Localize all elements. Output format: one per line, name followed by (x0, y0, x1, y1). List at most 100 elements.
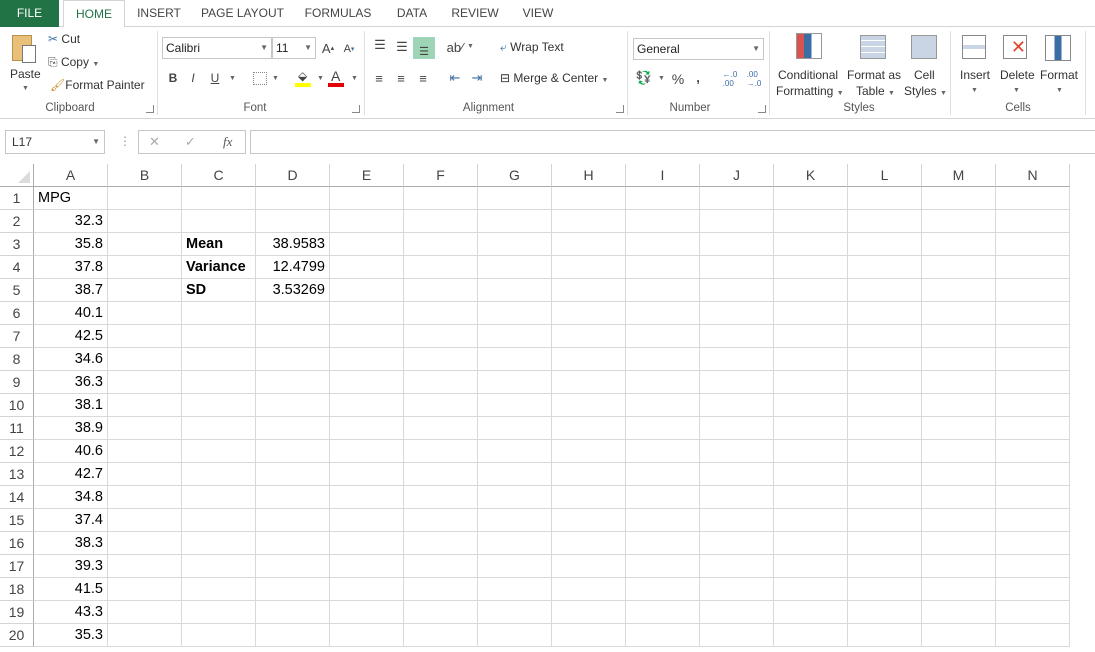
cell-B10[interactable] (108, 394, 182, 417)
cell-H6[interactable] (552, 302, 626, 325)
row-header-20[interactable]: 20 (0, 624, 34, 647)
cell-L20[interactable] (848, 624, 922, 647)
cell-D11[interactable] (256, 417, 330, 440)
cell-C2[interactable] (182, 210, 256, 233)
cell-G2[interactable] (478, 210, 552, 233)
cell-M2[interactable] (922, 210, 996, 233)
cell-L3[interactable] (848, 233, 922, 256)
cell-F16[interactable] (404, 532, 478, 555)
cell-I14[interactable] (626, 486, 700, 509)
cut-button[interactable]: ✂ Cut (48, 32, 80, 46)
cell-H10[interactable] (552, 394, 626, 417)
cell-K16[interactable] (774, 532, 848, 555)
cell-N18[interactable] (996, 578, 1070, 601)
cell-J5[interactable] (700, 279, 774, 302)
cell-C8[interactable] (182, 348, 256, 371)
cell-N1[interactable] (996, 187, 1070, 210)
cell-J14[interactable] (700, 486, 774, 509)
cell-E1[interactable] (330, 187, 404, 210)
wrap-text-button[interactable]: ⤶ Wrap Text (500, 40, 564, 55)
cell-A12[interactable]: 40.6 (34, 440, 108, 463)
increase-decimal-button[interactable]: ←.0.00 (720, 70, 740, 88)
cell-F14[interactable] (404, 486, 478, 509)
cell-D8[interactable] (256, 348, 330, 371)
tab-data[interactable]: DATA (388, 0, 436, 27)
row-header-14[interactable]: 14 (0, 486, 34, 509)
column-header-M[interactable]: M (922, 164, 996, 187)
cell-B19[interactable] (108, 601, 182, 624)
cell-N2[interactable] (996, 210, 1070, 233)
cell-L14[interactable] (848, 486, 922, 509)
cell-N17[interactable] (996, 555, 1070, 578)
clipboard-launcher-icon[interactable] (146, 105, 154, 113)
cell-H1[interactable] (552, 187, 626, 210)
orientation-button[interactable]: ab⁄ (445, 37, 465, 57)
row-header-2[interactable]: 2 (0, 210, 34, 233)
cell-H3[interactable] (552, 233, 626, 256)
cell-H20[interactable] (552, 624, 626, 647)
cell-D13[interactable] (256, 463, 330, 486)
cell-D5[interactable]: 3.53269 (256, 279, 330, 302)
cell-A1[interactable]: MPG (34, 187, 108, 210)
cell-D1[interactable] (256, 187, 330, 210)
cell-J17[interactable] (700, 555, 774, 578)
cell-B6[interactable] (108, 302, 182, 325)
percent-style-button[interactable]: % (669, 69, 687, 89)
tab-file[interactable]: FILE (0, 0, 59, 27)
cell-E3[interactable] (330, 233, 404, 256)
enter-icon[interactable]: ✓ (185, 134, 196, 150)
cell-N16[interactable] (996, 532, 1070, 555)
cell-G16[interactable] (478, 532, 552, 555)
cell-C1[interactable] (182, 187, 256, 210)
cell-E2[interactable] (330, 210, 404, 233)
cell-B3[interactable] (108, 233, 182, 256)
cell-I17[interactable] (626, 555, 700, 578)
cell-K13[interactable] (774, 463, 848, 486)
cell-I10[interactable] (626, 394, 700, 417)
font-name-combo[interactable]: Calibri ▼ (162, 37, 272, 59)
cell-I11[interactable] (626, 417, 700, 440)
cell-A5[interactable]: 38.7 (34, 279, 108, 302)
cell-J12[interactable] (700, 440, 774, 463)
cell-J19[interactable] (700, 601, 774, 624)
cell-I15[interactable] (626, 509, 700, 532)
cell-D3[interactable]: 38.9583 (256, 233, 330, 256)
cell-A8[interactable]: 34.6 (34, 348, 108, 371)
row-header-9[interactable]: 9 (0, 371, 34, 394)
cell-N20[interactable] (996, 624, 1070, 647)
cell-H19[interactable] (552, 601, 626, 624)
cell-F3[interactable] (404, 233, 478, 256)
cell-E17[interactable] (330, 555, 404, 578)
row-header-12[interactable]: 12 (0, 440, 34, 463)
cell-H9[interactable] (552, 371, 626, 394)
cell-D17[interactable] (256, 555, 330, 578)
cell-A6[interactable]: 40.1 (34, 302, 108, 325)
cell-B8[interactable] (108, 348, 182, 371)
cell-N19[interactable] (996, 601, 1070, 624)
cell-G17[interactable] (478, 555, 552, 578)
cell-J4[interactable] (700, 256, 774, 279)
cell-B20[interactable] (108, 624, 182, 647)
cell-I8[interactable] (626, 348, 700, 371)
cell-H8[interactable] (552, 348, 626, 371)
cell-E11[interactable] (330, 417, 404, 440)
cell-J10[interactable] (700, 394, 774, 417)
cell-A9[interactable]: 36.3 (34, 371, 108, 394)
cell-M3[interactable] (922, 233, 996, 256)
cell-C16[interactable] (182, 532, 256, 555)
cell-E6[interactable] (330, 302, 404, 325)
borders-button[interactable] (253, 72, 267, 85)
column-header-K[interactable]: K (774, 164, 848, 187)
cell-I12[interactable] (626, 440, 700, 463)
cell-H14[interactable] (552, 486, 626, 509)
cell-L9[interactable] (848, 371, 922, 394)
cell-L2[interactable] (848, 210, 922, 233)
cell-I2[interactable] (626, 210, 700, 233)
cell-M18[interactable] (922, 578, 996, 601)
cell-E13[interactable] (330, 463, 404, 486)
number-launcher-icon[interactable] (758, 105, 766, 113)
cell-M16[interactable] (922, 532, 996, 555)
cell-L6[interactable] (848, 302, 922, 325)
cell-G11[interactable] (478, 417, 552, 440)
cell-C12[interactable] (182, 440, 256, 463)
